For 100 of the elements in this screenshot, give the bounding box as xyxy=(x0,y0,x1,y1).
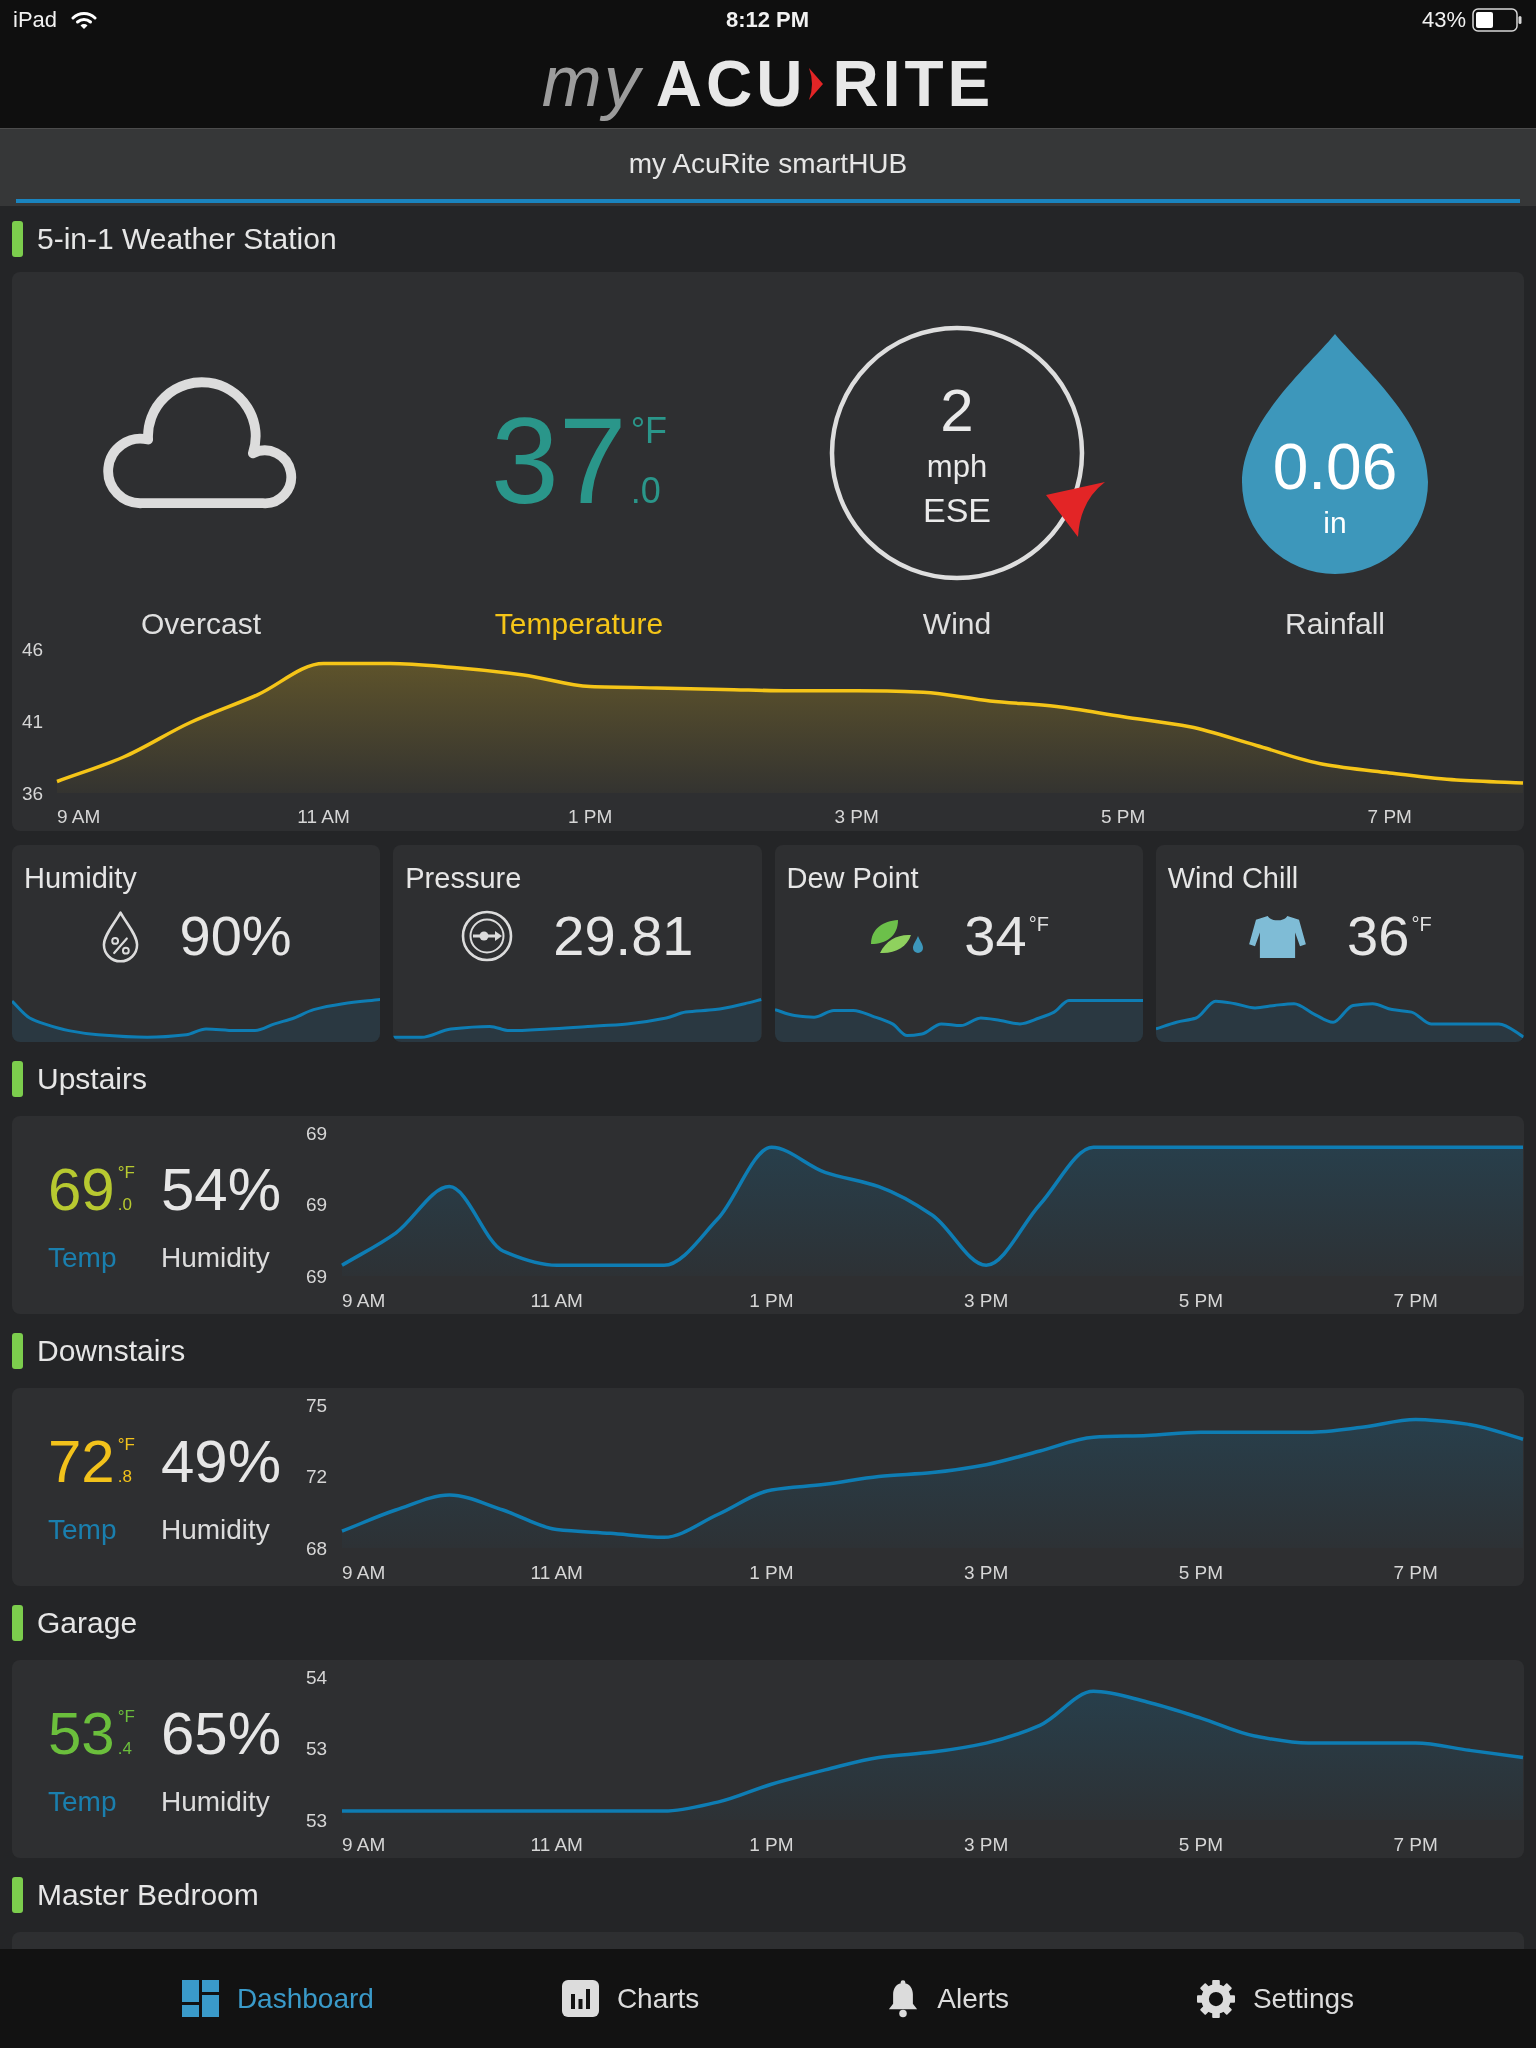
axis-label: 41 xyxy=(22,710,44,732)
section-title: 5-in-1 Weather Station xyxy=(37,221,337,257)
axis-label: 9 AM xyxy=(342,1561,386,1583)
reading-title: Wind Chill xyxy=(1167,861,1299,896)
section-title: Garage xyxy=(37,1605,138,1641)
reading-value: 29.81 xyxy=(553,904,694,968)
axis-label: 1 PM xyxy=(749,1561,794,1583)
gauge-icon xyxy=(461,910,514,962)
humidity-label: Humidity xyxy=(160,1785,271,1819)
axis-label: 11 AM xyxy=(530,1289,583,1311)
reading-value: 34 xyxy=(964,904,1027,968)
axis-label: 11 AM xyxy=(530,1561,583,1583)
axis-label: 5 PM xyxy=(1178,1833,1224,1855)
axis-label: 9 AM xyxy=(342,1833,386,1855)
nav-tab[interactable]: Charts xyxy=(561,1980,700,2017)
axis-label: 53 xyxy=(306,1809,328,1831)
axis-label: 3 PM xyxy=(964,1561,1009,1583)
humidity-label: Humidity xyxy=(160,1241,271,1275)
bar-chart-icon xyxy=(561,1980,599,2017)
temperature-unit: °F xyxy=(630,412,668,449)
axis-label: 54 xyxy=(306,1666,328,1688)
axis-label: 36 xyxy=(22,782,44,804)
axis-label: 5 PM xyxy=(1101,805,1146,827)
unit-label: °F xyxy=(1028,914,1049,934)
section-title: Downstairs xyxy=(37,1333,186,1369)
temperature-unit: °F xyxy=(117,1436,135,1454)
logo-wordmark-text: ACU xyxy=(655,52,807,116)
axis-label: 9 AM xyxy=(342,1289,386,1311)
reading-value: 36 xyxy=(1347,904,1410,968)
temp-label: Temp xyxy=(48,1785,118,1819)
axis-label: 7 PM xyxy=(1393,1289,1438,1311)
axis-label: 1 PM xyxy=(567,805,613,827)
reading-title: Pressure xyxy=(405,861,522,896)
temperature-value: 72 xyxy=(48,1430,115,1494)
axis-label: 7 PM xyxy=(1393,1561,1438,1583)
temp-label: Temp xyxy=(48,1241,118,1275)
axis-label: 5 PM xyxy=(1178,1289,1224,1311)
wind-direction: ESE xyxy=(922,489,991,530)
temperature-unit: °F xyxy=(117,1164,135,1182)
droplet-percent-icon xyxy=(100,909,140,963)
axis-label: 3 PM xyxy=(964,1289,1009,1311)
wind-unit: mph xyxy=(926,449,988,484)
axis-label: 75 xyxy=(306,1394,328,1416)
axis-label: 9 AM xyxy=(57,805,101,827)
temperature-decimal: .8 xyxy=(117,1468,133,1486)
section-title: Upstairs xyxy=(37,1061,148,1097)
logo-wordmark-text: RITE xyxy=(832,52,995,116)
rainfall-unit: in xyxy=(1323,505,1347,540)
axis-label: 3 PM xyxy=(964,1833,1009,1855)
chevron-icon xyxy=(808,67,825,101)
reading-title: Humidity xyxy=(24,861,137,896)
temp-label: Temp xyxy=(48,1513,118,1547)
grid-icon xyxy=(181,1980,219,2017)
temperature-decimal: .0 xyxy=(117,1196,133,1214)
status-pill-icon xyxy=(12,1333,23,1369)
axis-label: 53 xyxy=(306,1738,328,1759)
device-name: iPad xyxy=(13,7,58,33)
axis-label: 3 PM xyxy=(834,805,879,827)
status-pill-icon xyxy=(12,1061,23,1097)
battery-icon xyxy=(1472,8,1522,32)
hub-title: my AcuRite smartHUB xyxy=(628,147,908,181)
axis-label: 7 PM xyxy=(1393,1833,1438,1855)
temperature-value: 69 xyxy=(48,1158,115,1222)
temperature-decimal: .0 xyxy=(630,472,662,509)
status-pill-icon xyxy=(12,1877,23,1913)
clock-time: 8:12 PM xyxy=(725,7,810,33)
nav-tab[interactable]: Dashboard xyxy=(181,1980,374,2017)
status-pill-icon xyxy=(12,1605,23,1641)
axis-label: 69 xyxy=(306,1194,328,1215)
unit-label: °F xyxy=(1411,914,1432,934)
temperature-unit: °F xyxy=(117,1708,135,1726)
reading-title: Dew Point xyxy=(786,861,919,896)
axis-label: 69 xyxy=(306,1122,328,1144)
condition-label: Overcast xyxy=(141,608,261,640)
rainfall-label: Rainfall xyxy=(1284,608,1386,640)
axis-label: 11 AM xyxy=(297,805,350,827)
humidity-label: Humidity xyxy=(160,1513,271,1547)
temperature-label: Temperature xyxy=(494,608,664,640)
shirt-icon xyxy=(1248,913,1308,959)
temperature-decimal: .4 xyxy=(117,1740,133,1758)
reading-value: 90% xyxy=(179,904,292,968)
status-pill-icon xyxy=(12,221,23,257)
section-title: Master Bedroom xyxy=(37,1877,259,1913)
nav-tab[interactable]: Alerts xyxy=(887,1979,1009,2018)
pointer-icon xyxy=(1046,481,1105,537)
axis-label: 68 xyxy=(306,1537,328,1559)
wifi-icon xyxy=(71,10,98,30)
axis-label: 1 PM xyxy=(749,1289,794,1311)
axis-label: 11 AM xyxy=(530,1833,583,1855)
nav-tab[interactable]: Settings xyxy=(1196,1979,1355,2018)
logo-script-text: my xyxy=(541,40,644,123)
settings-icon xyxy=(1196,1979,1235,2018)
axis-label: 7 PM xyxy=(1367,805,1412,827)
battery-percent: 43% xyxy=(1421,7,1466,33)
axis-label: 72 xyxy=(306,1466,328,1487)
axis-label: 46 xyxy=(22,640,44,660)
humidity-value: 65% xyxy=(160,1702,282,1766)
humidity-value: 54% xyxy=(160,1158,282,1222)
wind-label: Wind xyxy=(922,608,992,640)
humidity-value: 49% xyxy=(160,1430,282,1494)
